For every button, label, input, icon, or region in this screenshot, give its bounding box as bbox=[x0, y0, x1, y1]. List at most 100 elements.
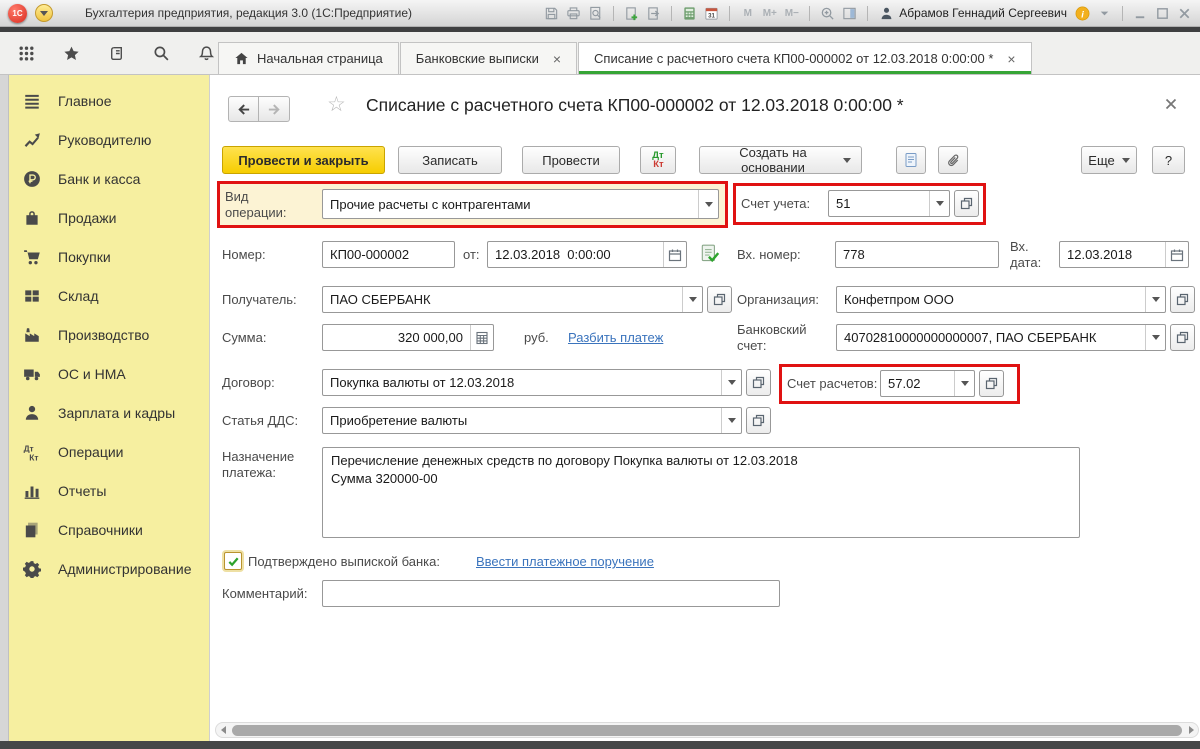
current-user[interactable]: Абрамов Геннадий Сергеевич bbox=[879, 6, 1067, 21]
cash-flow-item-open-button[interactable] bbox=[746, 407, 771, 434]
back-arrow-icon bbox=[236, 102, 251, 117]
comment-field[interactable] bbox=[322, 580, 780, 607]
help-button[interactable]: ? bbox=[1152, 146, 1185, 174]
contract-open-button[interactable] bbox=[746, 369, 771, 396]
payment-purpose-textarea[interactable]: Перечисление денежных средств по договор… bbox=[322, 447, 1080, 538]
favorites-star-icon[interactable] bbox=[63, 45, 80, 62]
sidebar-item-manager[interactable]: Руководителю bbox=[0, 120, 209, 159]
save-icon[interactable] bbox=[544, 6, 559, 21]
incoming-number-field[interactable]: 778 bbox=[835, 241, 999, 268]
scroll-left-arrow[interactable] bbox=[216, 726, 230, 734]
dropdown-arrow-icon[interactable] bbox=[721, 370, 741, 395]
dropdown-arrow-icon[interactable] bbox=[929, 191, 949, 216]
bank-account-open-button[interactable] bbox=[1170, 324, 1195, 351]
maximize-icon[interactable] bbox=[1155, 6, 1170, 21]
payee-field[interactable]: ПАО СБЕРБАНК bbox=[322, 286, 703, 313]
operation-type-field[interactable]: Прочие расчеты с контрагентами bbox=[322, 189, 719, 219]
close-tab-icon[interactable]: × bbox=[1007, 51, 1015, 67]
scroll-right-arrow[interactable] bbox=[1184, 726, 1198, 734]
tab-bank-statements[interactable]: Банковские выписки × bbox=[399, 42, 578, 74]
date-field[interactable]: 12.03.2018 0:00:00 bbox=[487, 241, 687, 268]
sidebar-item-administration[interactable]: Администрирование bbox=[0, 549, 209, 588]
sidebar-item-fixed-assets[interactable]: ОС и НМА bbox=[0, 354, 209, 393]
sidebar-item-reports[interactable]: Отчеты bbox=[0, 471, 209, 510]
dropdown-arrow-icon[interactable] bbox=[721, 408, 741, 433]
close-icon[interactable] bbox=[1177, 6, 1192, 21]
sidebar-item-production[interactable]: Производство bbox=[0, 315, 209, 354]
post-button[interactable]: Провести bbox=[522, 146, 620, 174]
sidebar-item-bank-cash[interactable]: Банк и касса bbox=[0, 159, 209, 198]
doc-add-icon[interactable] bbox=[624, 6, 639, 21]
print-preview-icon[interactable] bbox=[588, 6, 603, 21]
m-plus-icon[interactable]: M+ bbox=[762, 6, 777, 21]
notifications-bell-icon[interactable] bbox=[198, 45, 215, 62]
calculator-icon[interactable] bbox=[682, 6, 697, 21]
create-based-on-button[interactable]: Создать на основании bbox=[699, 145, 862, 175]
split-payment-link[interactable]: Разбить платеж bbox=[568, 330, 663, 345]
forward-button[interactable] bbox=[259, 96, 290, 122]
settlement-account-field[interactable]: 57.02 bbox=[880, 370, 975, 397]
account-open-button[interactable] bbox=[954, 190, 979, 217]
show-postings-button[interactable]: Дт Кт bbox=[640, 146, 676, 174]
main-menu-button[interactable] bbox=[35, 4, 53, 22]
number-field[interactable]: КП00-000002 bbox=[322, 241, 455, 268]
form-title: Списание с расчетного счета КП00-000002 … bbox=[366, 95, 904, 115]
chevron-down-icon[interactable] bbox=[1097, 6, 1112, 21]
contract-field[interactable]: Покупка валюты от 12.03.2018 bbox=[322, 369, 742, 396]
grid-menu-icon[interactable] bbox=[18, 45, 35, 62]
cash-flow-item-field[interactable]: Приобретение валюты bbox=[322, 407, 742, 434]
sidebar-item-warehouse[interactable]: Склад bbox=[0, 276, 209, 315]
organization-field[interactable]: Конфетпром ООО bbox=[836, 286, 1166, 313]
separator bbox=[613, 5, 615, 21]
amount-field[interactable]: 320 000,00 bbox=[322, 324, 494, 351]
m-minus-icon[interactable]: M− bbox=[784, 6, 799, 21]
attachments-button[interactable] bbox=[938, 146, 968, 174]
incoming-date-field[interactable]: 12.03.2018 bbox=[1059, 241, 1189, 268]
close-form-icon[interactable] bbox=[1163, 96, 1179, 112]
sidebar-item-operations[interactable]: Дт Кт Операции bbox=[0, 432, 209, 471]
settlement-account-open-button[interactable] bbox=[979, 370, 1004, 397]
more-button[interactable]: Еще bbox=[1081, 146, 1137, 174]
sidebar-item-main[interactable]: Главное bbox=[0, 81, 209, 120]
minimize-icon[interactable] bbox=[1133, 6, 1148, 21]
m-icon[interactable]: M bbox=[740, 6, 755, 21]
confirmed-checkbox[interactable] bbox=[224, 552, 242, 570]
account-field[interactable]: 51 bbox=[828, 190, 950, 217]
reports-button[interactable] bbox=[896, 146, 926, 174]
search-icon[interactable] bbox=[153, 45, 170, 62]
organization-open-button[interactable] bbox=[1170, 286, 1195, 313]
bank-account-field[interactable]: 40702810000000000007, ПАО СБЕРБАНК bbox=[836, 324, 1166, 351]
dropdown-arrow-icon[interactable] bbox=[1145, 287, 1165, 312]
print-icon[interactable] bbox=[566, 6, 581, 21]
scrollbar-thumb[interactable] bbox=[232, 724, 1182, 736]
horizontal-scrollbar[interactable] bbox=[215, 722, 1199, 738]
payee-open-button[interactable] bbox=[707, 286, 732, 313]
date-value: 12.03.2018 0:00:00 bbox=[495, 247, 611, 262]
paperclip-icon bbox=[946, 153, 961, 168]
back-button[interactable] bbox=[228, 96, 259, 122]
dropdown-arrow-icon[interactable] bbox=[1145, 325, 1165, 350]
dropdown-arrow-icon[interactable] bbox=[698, 190, 718, 218]
sidebar-item-payroll[interactable]: Зарплата и кадры bbox=[0, 393, 209, 432]
enter-payment-order-link[interactable]: Ввести платежное поручение bbox=[476, 554, 654, 569]
calendar-icon[interactable] bbox=[1165, 242, 1188, 267]
tab-home[interactable]: Начальная страница bbox=[218, 42, 399, 74]
calendar-icon[interactable]: 31 bbox=[704, 6, 719, 21]
zoom-in-icon[interactable] bbox=[820, 6, 835, 21]
tab-document-active[interactable]: Списание с расчетного счета КП00-000002 … bbox=[578, 42, 1032, 74]
sidebar-item-directories[interactable]: Справочники bbox=[0, 510, 209, 549]
close-tab-icon[interactable]: × bbox=[553, 51, 561, 67]
save-button[interactable]: Записать bbox=[398, 146, 502, 174]
post-and-close-button[interactable]: Провести и закрыть bbox=[222, 146, 385, 174]
info-icon[interactable]: i bbox=[1075, 6, 1090, 21]
dropdown-arrow-icon[interactable] bbox=[682, 287, 702, 312]
calendar-icon[interactable] bbox=[663, 242, 686, 267]
calculator-icon[interactable] bbox=[470, 325, 493, 350]
sidebar-item-purchases[interactable]: Покупки bbox=[0, 237, 209, 276]
doc-send-icon[interactable] bbox=[646, 6, 661, 21]
history-icon[interactable] bbox=[108, 45, 125, 62]
sidebar-item-sales[interactable]: Продажи bbox=[0, 198, 209, 237]
favorite-star-icon[interactable]: ☆ bbox=[327, 94, 346, 115]
split-view-icon[interactable] bbox=[842, 6, 857, 21]
dropdown-arrow-icon[interactable] bbox=[954, 371, 974, 396]
